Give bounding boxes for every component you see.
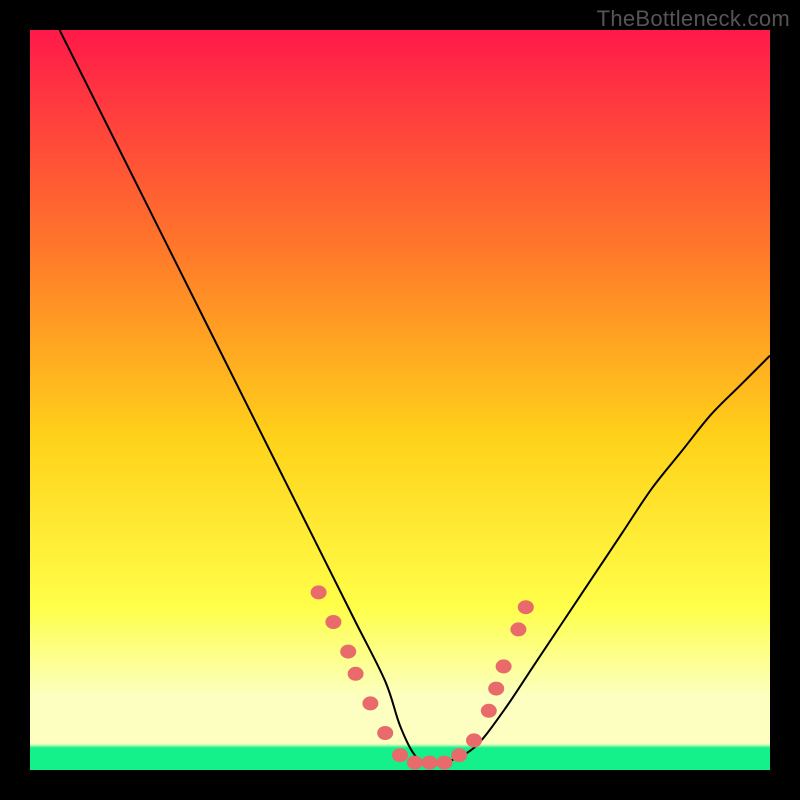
curve-marker xyxy=(311,585,327,599)
curve-marker xyxy=(466,733,482,747)
curve-marker xyxy=(377,726,393,740)
marker-group xyxy=(311,585,534,769)
curve-marker xyxy=(451,748,467,762)
chart-frame xyxy=(30,30,770,770)
curve-marker xyxy=(362,696,378,710)
curve-marker xyxy=(407,756,423,770)
bottleneck-curve-line xyxy=(60,30,770,764)
curve-marker xyxy=(481,704,497,718)
bottleneck-curve-plot xyxy=(30,30,770,770)
curve-marker xyxy=(392,748,408,762)
curve-marker xyxy=(340,645,356,659)
watermark-text: TheBottleneck.com xyxy=(597,6,790,32)
curve-marker xyxy=(518,600,534,614)
curve-marker xyxy=(436,756,452,770)
curve-marker xyxy=(496,659,512,673)
curve-marker xyxy=(348,667,364,681)
curve-marker xyxy=(488,682,504,696)
curve-marker xyxy=(510,622,526,636)
curve-marker xyxy=(325,615,341,629)
curve-marker xyxy=(422,756,438,770)
